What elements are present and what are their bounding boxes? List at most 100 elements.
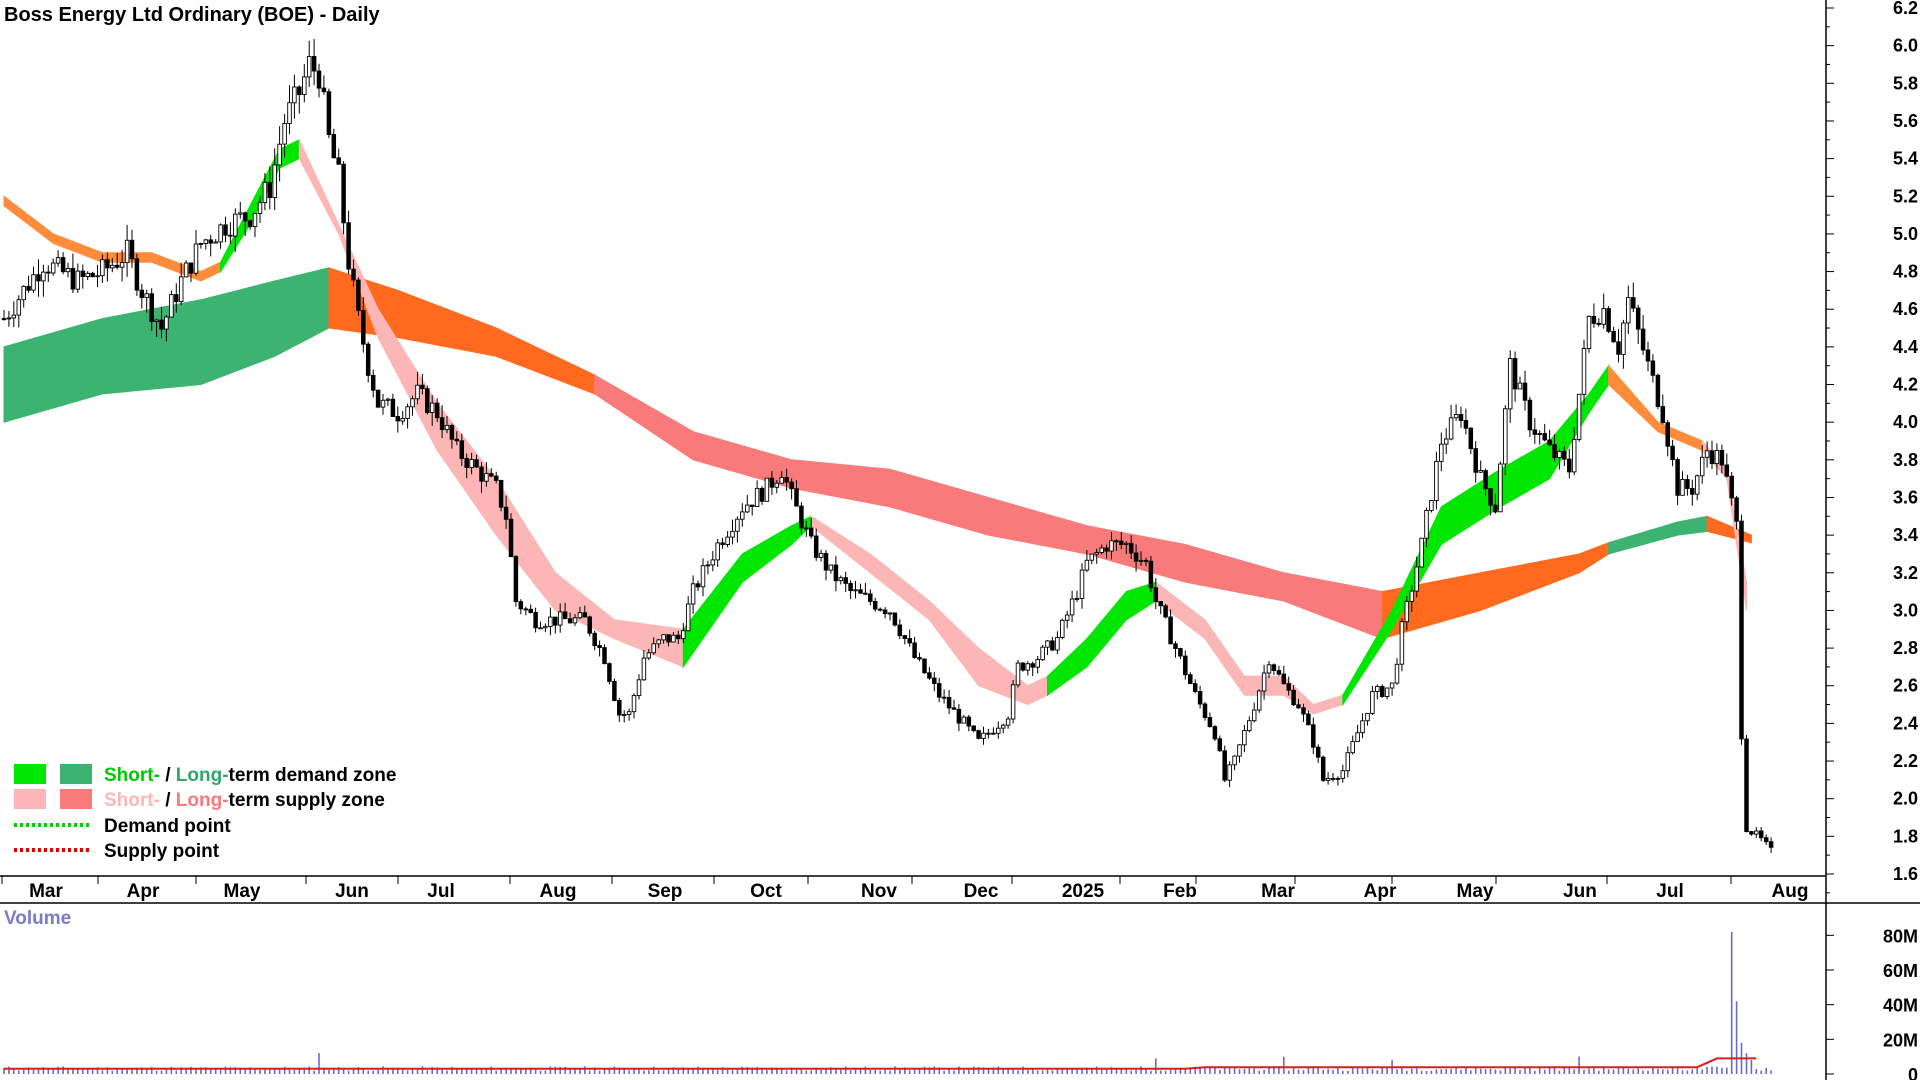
candle-body — [936, 683, 942, 698]
candle-body — [789, 481, 794, 490]
candle-body — [1197, 691, 1203, 705]
candle-body — [356, 279, 361, 311]
y-tick-label: 3.0 — [1893, 600, 1918, 620]
candle-body — [1301, 707, 1306, 715]
legend-label: Supply point — [104, 841, 220, 862]
candle-body — [257, 202, 263, 214]
candle-body — [282, 123, 287, 145]
candle-body — [302, 76, 307, 96]
candle-body — [759, 487, 765, 502]
candle-body — [1099, 547, 1104, 553]
x-tick-label: Nov — [861, 881, 897, 902]
candle-body — [1749, 831, 1754, 835]
candle-body — [833, 564, 839, 582]
candle-body — [1124, 542, 1129, 545]
x-tick-label: Jul — [1656, 881, 1683, 902]
zones-layer — [3, 139, 1752, 715]
candle-body — [498, 479, 504, 508]
candle-body — [1601, 308, 1606, 325]
candle-body — [1458, 414, 1464, 421]
candle-body — [912, 642, 917, 658]
candle-body — [326, 91, 332, 135]
candle-body — [1192, 683, 1198, 692]
candle-body — [656, 639, 661, 645]
candle-body — [1714, 450, 1720, 465]
candle-body — [1143, 559, 1149, 562]
candle-body — [1330, 777, 1336, 780]
y-tick-label: 3.6 — [1893, 488, 1918, 508]
candle-body — [720, 542, 725, 545]
candle-body — [144, 293, 149, 299]
y-tick-label: 5.6 — [1893, 111, 1918, 131]
legend-swatch-short — [14, 789, 46, 809]
candle-body — [543, 625, 548, 629]
candle-body — [730, 530, 735, 538]
candle-body — [484, 473, 489, 482]
candle-body — [1375, 685, 1380, 692]
candle-body — [1591, 315, 1597, 324]
candle-body — [1030, 663, 1035, 668]
candle-body — [493, 475, 499, 481]
candle-body — [400, 418, 405, 422]
candle-body — [80, 270, 86, 277]
candle-body — [1409, 590, 1415, 602]
candle-body — [986, 732, 991, 735]
candle-body — [996, 727, 1001, 734]
candle-body — [1079, 569, 1085, 599]
candle-body — [853, 589, 858, 592]
candle-body — [50, 262, 56, 274]
candle-body — [745, 504, 750, 513]
candle-body — [1645, 349, 1651, 362]
x-tick-label: May — [224, 881, 261, 902]
candle-body — [1532, 429, 1538, 435]
candle-body — [1217, 738, 1223, 752]
candle-body — [799, 505, 804, 529]
candle-body — [183, 262, 189, 278]
candle-body — [1, 318, 7, 321]
candle-body — [228, 234, 233, 237]
y-tick-label: 2.8 — [1893, 638, 1918, 658]
candle-body — [1256, 690, 1262, 711]
candle-body — [897, 624, 903, 637]
x-tick-label: Mar — [29, 881, 63, 902]
candle-body — [1128, 542, 1134, 554]
candle-body — [311, 56, 317, 72]
candle-body — [941, 696, 947, 699]
candle-body — [306, 56, 312, 78]
candle-body — [1439, 443, 1444, 462]
candle-body — [365, 343, 371, 376]
candle-body — [1709, 450, 1715, 465]
candle-body — [1345, 752, 1351, 772]
candle-body — [1473, 448, 1478, 473]
candle-body — [769, 477, 775, 488]
candle-body — [823, 552, 829, 571]
candle-body — [1045, 640, 1050, 648]
candle-body — [1660, 406, 1666, 424]
candle-body — [1335, 777, 1341, 780]
candle-body — [705, 564, 711, 567]
candle-body — [1739, 520, 1744, 740]
candle-body — [1055, 637, 1060, 651]
legend-label: Short- / Long-term demand zone — [104, 765, 396, 786]
candle-body — [1414, 566, 1419, 592]
candle-body — [1089, 553, 1095, 561]
candle-body — [75, 270, 81, 290]
candle-body — [1242, 730, 1247, 746]
candle-body — [489, 473, 494, 477]
candle-body — [1158, 601, 1163, 607]
candle-body — [641, 657, 647, 681]
short-term-demand-zone-13 — [1342, 364, 1610, 707]
candle-body — [1419, 537, 1424, 568]
candle-body — [390, 398, 396, 417]
candle-body — [272, 164, 277, 199]
candle-body — [370, 374, 376, 391]
candle-body — [1365, 712, 1370, 722]
candle-body — [110, 264, 115, 269]
candle-body — [267, 181, 273, 199]
short-term-demand-zone-11 — [1047, 581, 1157, 697]
x-tick-label: Jun — [1563, 881, 1597, 902]
candle-body — [1153, 587, 1159, 602]
candle-body — [346, 222, 351, 270]
candle-body — [1596, 322, 1602, 325]
x-tick-label: Oct — [750, 881, 782, 902]
